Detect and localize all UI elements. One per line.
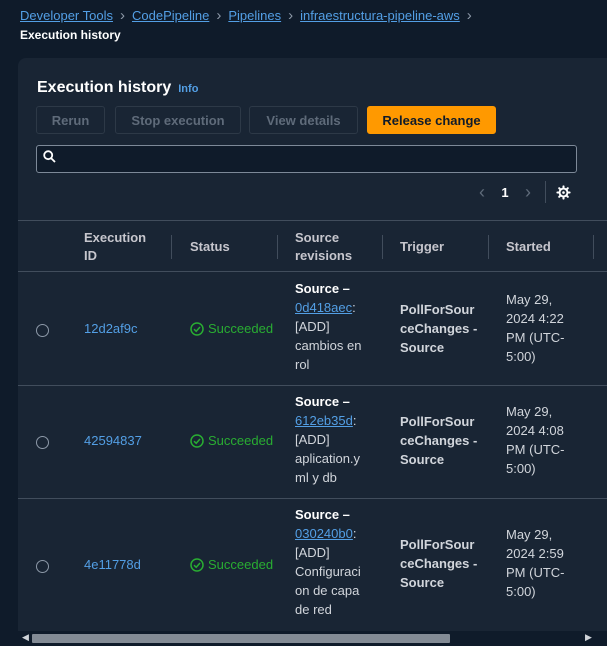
scroll-right-icon[interactable]: ▶ xyxy=(585,632,592,643)
column-header-started[interactable]: Started xyxy=(506,221,551,272)
column-header-trigger[interactable]: Trigger xyxy=(400,221,444,272)
gear-icon[interactable] xyxy=(556,184,571,200)
status-badge: Succeeded xyxy=(190,319,273,338)
started-time: May 29, 2024 4:22 PM (UTC- 5:00) xyxy=(506,292,565,364)
check-circle-icon xyxy=(190,321,204,336)
column-divider xyxy=(382,235,383,259)
search-icon xyxy=(43,150,56,168)
breadcrumb-pipelines[interactable]: Pipelines xyxy=(228,8,281,23)
row-select-radio[interactable] xyxy=(36,560,49,573)
view-details-button[interactable]: View details xyxy=(249,106,358,134)
rerun-button[interactable]: Rerun xyxy=(36,106,105,134)
column-divider xyxy=(277,235,278,259)
chevron-right-icon: › xyxy=(216,7,222,24)
source-revision: Source – 030240b0: [ADD] Configuraci on … xyxy=(295,507,361,617)
status-badge: Succeeded xyxy=(190,555,273,574)
search-input[interactable] xyxy=(62,146,576,172)
table-row: 4e11778d Succeeded Source – 030240b0: [A… xyxy=(18,499,607,639)
scroll-left-icon[interactable]: ◀ xyxy=(22,632,29,643)
chevron-right-icon: › xyxy=(466,7,472,24)
commit-link[interactable]: 612eb35d xyxy=(295,413,353,428)
commit-link[interactable]: 030240b0 xyxy=(295,526,353,541)
chevron-left-icon[interactable]: ‹ xyxy=(473,182,491,203)
execution-history-panel: Execution history Info Rerun Stop execut… xyxy=(18,58,607,646)
status-badge: Succeeded xyxy=(190,431,273,450)
trigger-text: PollForSour ceChanges - Source xyxy=(400,414,478,467)
column-divider xyxy=(171,235,172,259)
check-circle-icon xyxy=(190,433,204,448)
check-circle-icon xyxy=(190,557,204,572)
column-divider xyxy=(593,235,594,259)
panel-title: Execution history xyxy=(37,79,172,96)
row-select-radio[interactable] xyxy=(36,324,49,337)
chevron-right-icon: › xyxy=(288,7,294,24)
breadcrumb-current: Execution history xyxy=(20,28,121,42)
trigger-text: PollForSour ceChanges - Source xyxy=(400,537,478,590)
pager-divider xyxy=(545,181,546,203)
execution-id-link[interactable]: 42594837 xyxy=(84,431,142,450)
horizontal-scrollbar[interactable]: ◀ ▶ xyxy=(18,631,607,646)
commit-link[interactable]: 0d418aec xyxy=(295,300,352,315)
column-header-source-revisions[interactable]: Source revisions xyxy=(295,221,352,272)
column-header-execution-id[interactable]: Execution ID xyxy=(84,221,146,272)
started-time: May 29, 2024 4:08 PM (UTC- 5:00) xyxy=(506,404,565,476)
stop-execution-button[interactable]: Stop execution xyxy=(115,106,241,134)
trigger-text: PollForSour ceChanges - Source xyxy=(400,302,478,355)
breadcrumb: Developer Tools › CodePipeline › Pipelin… xyxy=(20,8,479,23)
breadcrumb-pipeline-name[interactable]: infraestructura-pipeline-aws xyxy=(300,8,460,23)
chevron-right-icon[interactable]: › xyxy=(519,182,537,203)
column-divider xyxy=(488,235,489,259)
release-change-button[interactable]: Release change xyxy=(367,106,496,134)
table-header: Execution ID Status Source revisions Trigg… xyxy=(18,220,607,272)
column-header-status[interactable]: Status xyxy=(190,221,230,272)
execution-id-link[interactable]: 4e11778d xyxy=(84,555,141,574)
source-revision: Source – 0d418aec: [ADD] cambios en rol xyxy=(295,281,362,372)
page-number[interactable]: 1 xyxy=(491,185,519,200)
row-select-radio[interactable] xyxy=(36,436,49,449)
scrollbar-thumb[interactable] xyxy=(32,634,450,643)
execution-id-link[interactable]: 12d2af9c xyxy=(84,319,138,338)
table-row: 42594837 Succeeded Source – 612eb35d: [A… xyxy=(18,386,607,499)
breadcrumb-developer-tools[interactable]: Developer Tools xyxy=(20,8,113,23)
search-field[interactable] xyxy=(36,145,577,173)
panel-header: Execution history Info xyxy=(37,79,198,97)
info-link[interactable]: Info xyxy=(178,83,198,95)
table-row: 12d2af9c Succeeded Source – 0d418aec: [A… xyxy=(18,272,607,386)
started-time: May 29, 2024 2:59 PM (UTC- 5:00) xyxy=(506,527,565,599)
pagination: ‹ 1 › xyxy=(473,178,571,206)
executions-table: Execution ID Status Source revisions Trigg… xyxy=(18,220,607,639)
breadcrumb-codepipeline[interactable]: CodePipeline xyxy=(132,8,209,23)
source-revision: Source – 612eb35d: [ADD] aplication.y ml… xyxy=(295,394,361,485)
chevron-right-icon: › xyxy=(119,7,125,24)
